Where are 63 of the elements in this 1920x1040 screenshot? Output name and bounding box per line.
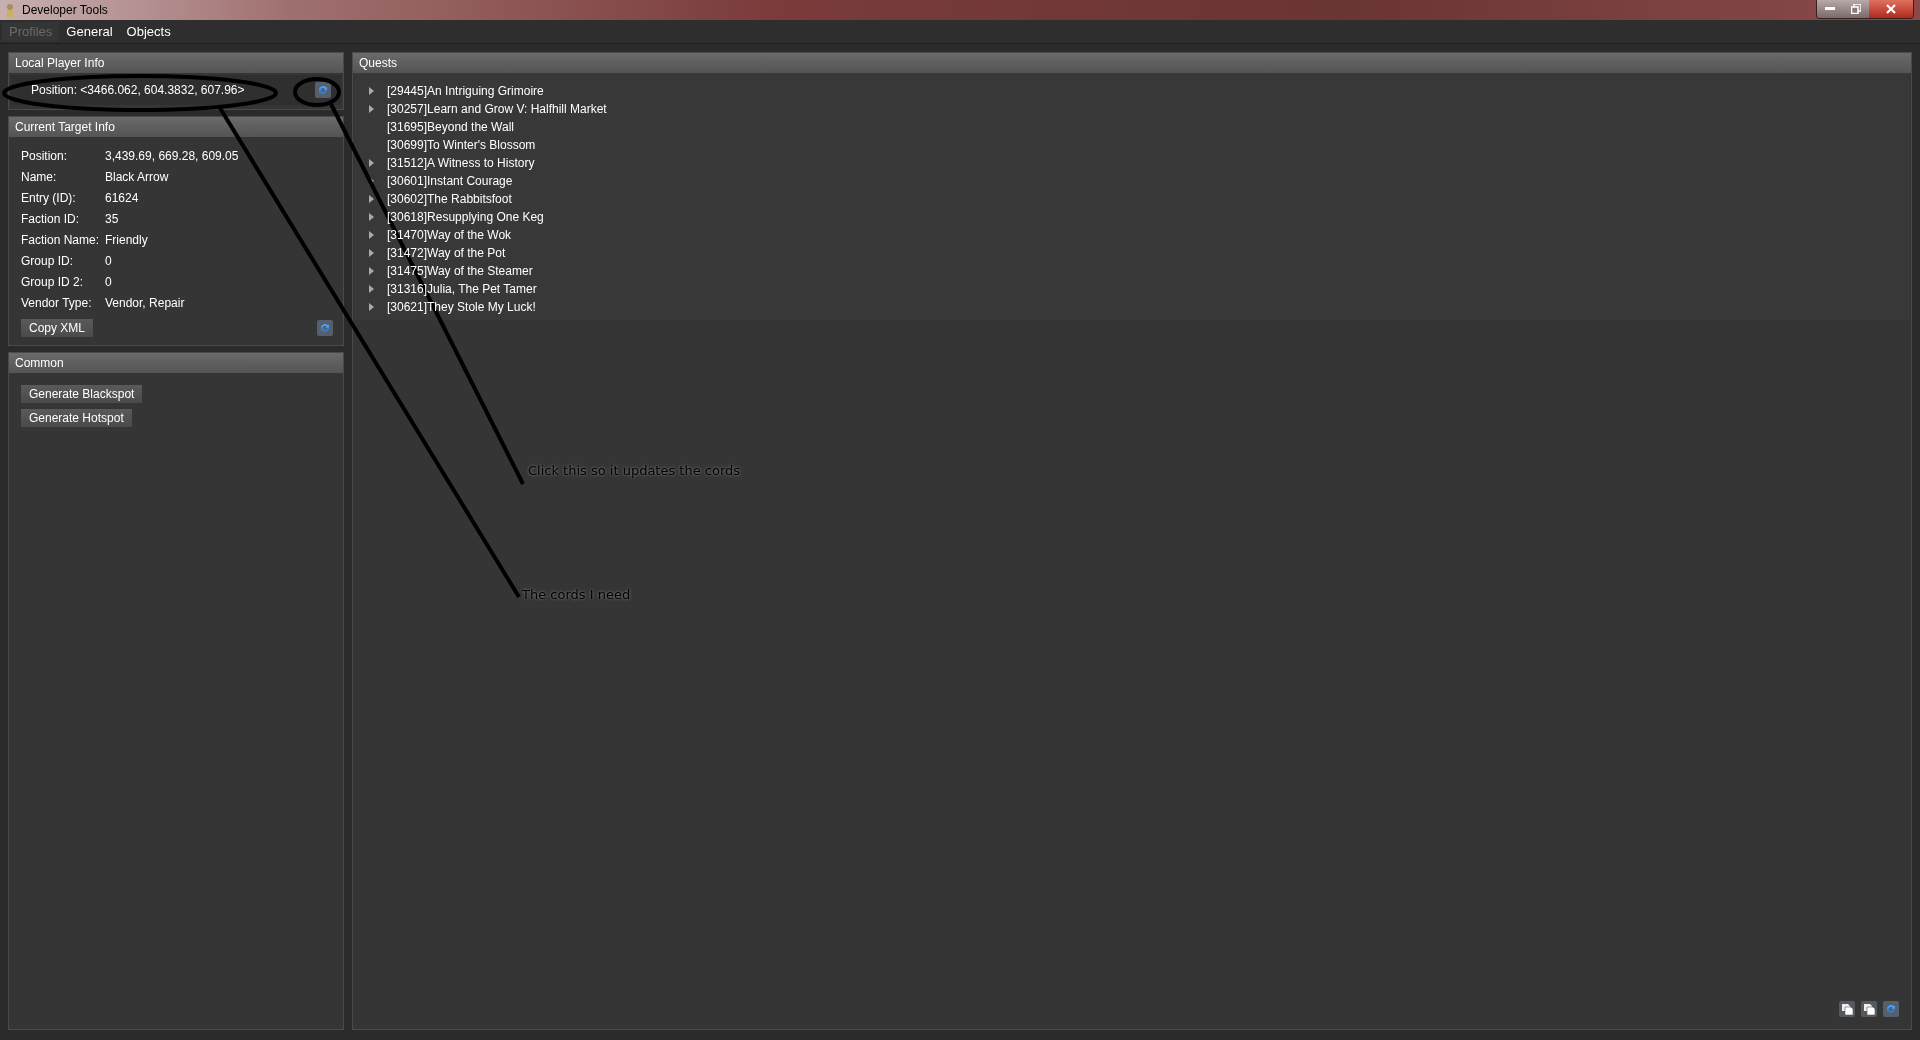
- action-button[interactable]: Generate Hotspot: [21, 409, 132, 427]
- tab[interactable]: General: [59, 22, 120, 41]
- quest-item[interactable]: [31695]Beyond the Wall: [387, 120, 514, 134]
- quest-item[interactable]: [30601]Instant Courage: [387, 174, 513, 188]
- panel-title: Current Target Info: [15, 120, 115, 134]
- field-label: Faction ID:: [21, 212, 81, 226]
- quest-item[interactable]: [30602]The Rabbitsfoot: [387, 192, 512, 206]
- field-label: Position:: [21, 149, 69, 163]
- quest-item[interactable]: [29445]An Intriguing Grimoire: [387, 84, 544, 98]
- action-button[interactable]: Generate Blackspot: [21, 385, 143, 403]
- panel-title: Quests: [359, 56, 397, 70]
- field-label: Entry (ID):: [21, 191, 77, 205]
- window-title: Developer Tools: [22, 3, 109, 17]
- close-button[interactable]: [1869, 0, 1913, 18]
- expand-arrow-icon[interactable]: [369, 105, 375, 113]
- quest-item[interactable]: [30699]To Winter's Blossom: [387, 138, 536, 152]
- field-label: Vendor Type:: [21, 296, 93, 310]
- field-value: 35: [105, 212, 120, 226]
- panel-title: Local Player Info: [15, 56, 105, 70]
- field-label: Name:: [21, 170, 58, 184]
- field-label: Group ID:: [21, 254, 75, 268]
- app-icon: [4, 3, 16, 17]
- quest-item[interactable]: [31472]Way of the Pot: [387, 246, 506, 260]
- field-value: 0: [105, 275, 113, 289]
- expand-arrow-icon[interactable]: [369, 87, 375, 95]
- restore-icon: [1851, 4, 1861, 14]
- restore-button[interactable]: [1843, 0, 1869, 18]
- field-value: 0: [105, 254, 113, 268]
- field-label: Group ID 2:: [21, 275, 85, 289]
- expand-arrow-icon[interactable]: [369, 213, 375, 221]
- quest-item[interactable]: [30257]Learn and Grow V: Halfhill Market: [387, 102, 607, 116]
- field-value: Black Arrow: [105, 170, 170, 184]
- quest-item[interactable]: [31475]Way of the Steamer: [387, 264, 533, 278]
- quest-item[interactable]: [30621]They Stole My Luck!: [387, 300, 536, 314]
- field-label: Faction Name:: [21, 233, 101, 247]
- field-value: 3,439.69, 669.28, 609.05: [105, 149, 240, 163]
- refresh-icon[interactable]: [1883, 1001, 1899, 1017]
- quest-item[interactable]: [30618]Resupplying One Keg: [387, 210, 544, 224]
- minimize-icon: [1825, 7, 1835, 11]
- expand-arrow-icon[interactable]: [369, 231, 375, 239]
- field-value: Vendor, Repair: [105, 296, 186, 310]
- expand-arrow-icon[interactable]: [369, 303, 375, 311]
- expand-arrow-icon[interactable]: [369, 285, 375, 293]
- expand-arrow-icon[interactable]: [369, 267, 375, 275]
- expand-arrow-icon[interactable]: [369, 195, 375, 203]
- copy-icon[interactable]: [1861, 1001, 1877, 1017]
- copy-icon[interactable]: [1839, 1001, 1855, 1017]
- tab[interactable]: Objects: [119, 22, 178, 41]
- field-value: 61624: [105, 191, 140, 205]
- annotation-ellipse: [293, 77, 341, 107]
- expand-arrow-icon[interactable]: [369, 159, 375, 167]
- close-icon: [1886, 4, 1896, 14]
- refresh-icon[interactable]: [315, 82, 331, 98]
- quest-item[interactable]: [31470]Way of the Wok: [387, 228, 512, 242]
- quest-item[interactable]: [31316]Julia, The Pet Tamer: [387, 282, 537, 296]
- panel-title: Common: [15, 356, 64, 370]
- field-value: Friendly: [105, 233, 149, 247]
- copy-xml-button[interactable]: Copy XML: [21, 319, 94, 337]
- refresh-icon[interactable]: [317, 320, 333, 336]
- minimize-button[interactable]: [1817, 0, 1843, 18]
- player-position: Position: <3466.062, 604.3832, 607.96>: [31, 83, 245, 97]
- expand-arrow-icon[interactable]: [369, 249, 375, 257]
- quest-item[interactable]: [31512]A Witness to History: [387, 156, 535, 170]
